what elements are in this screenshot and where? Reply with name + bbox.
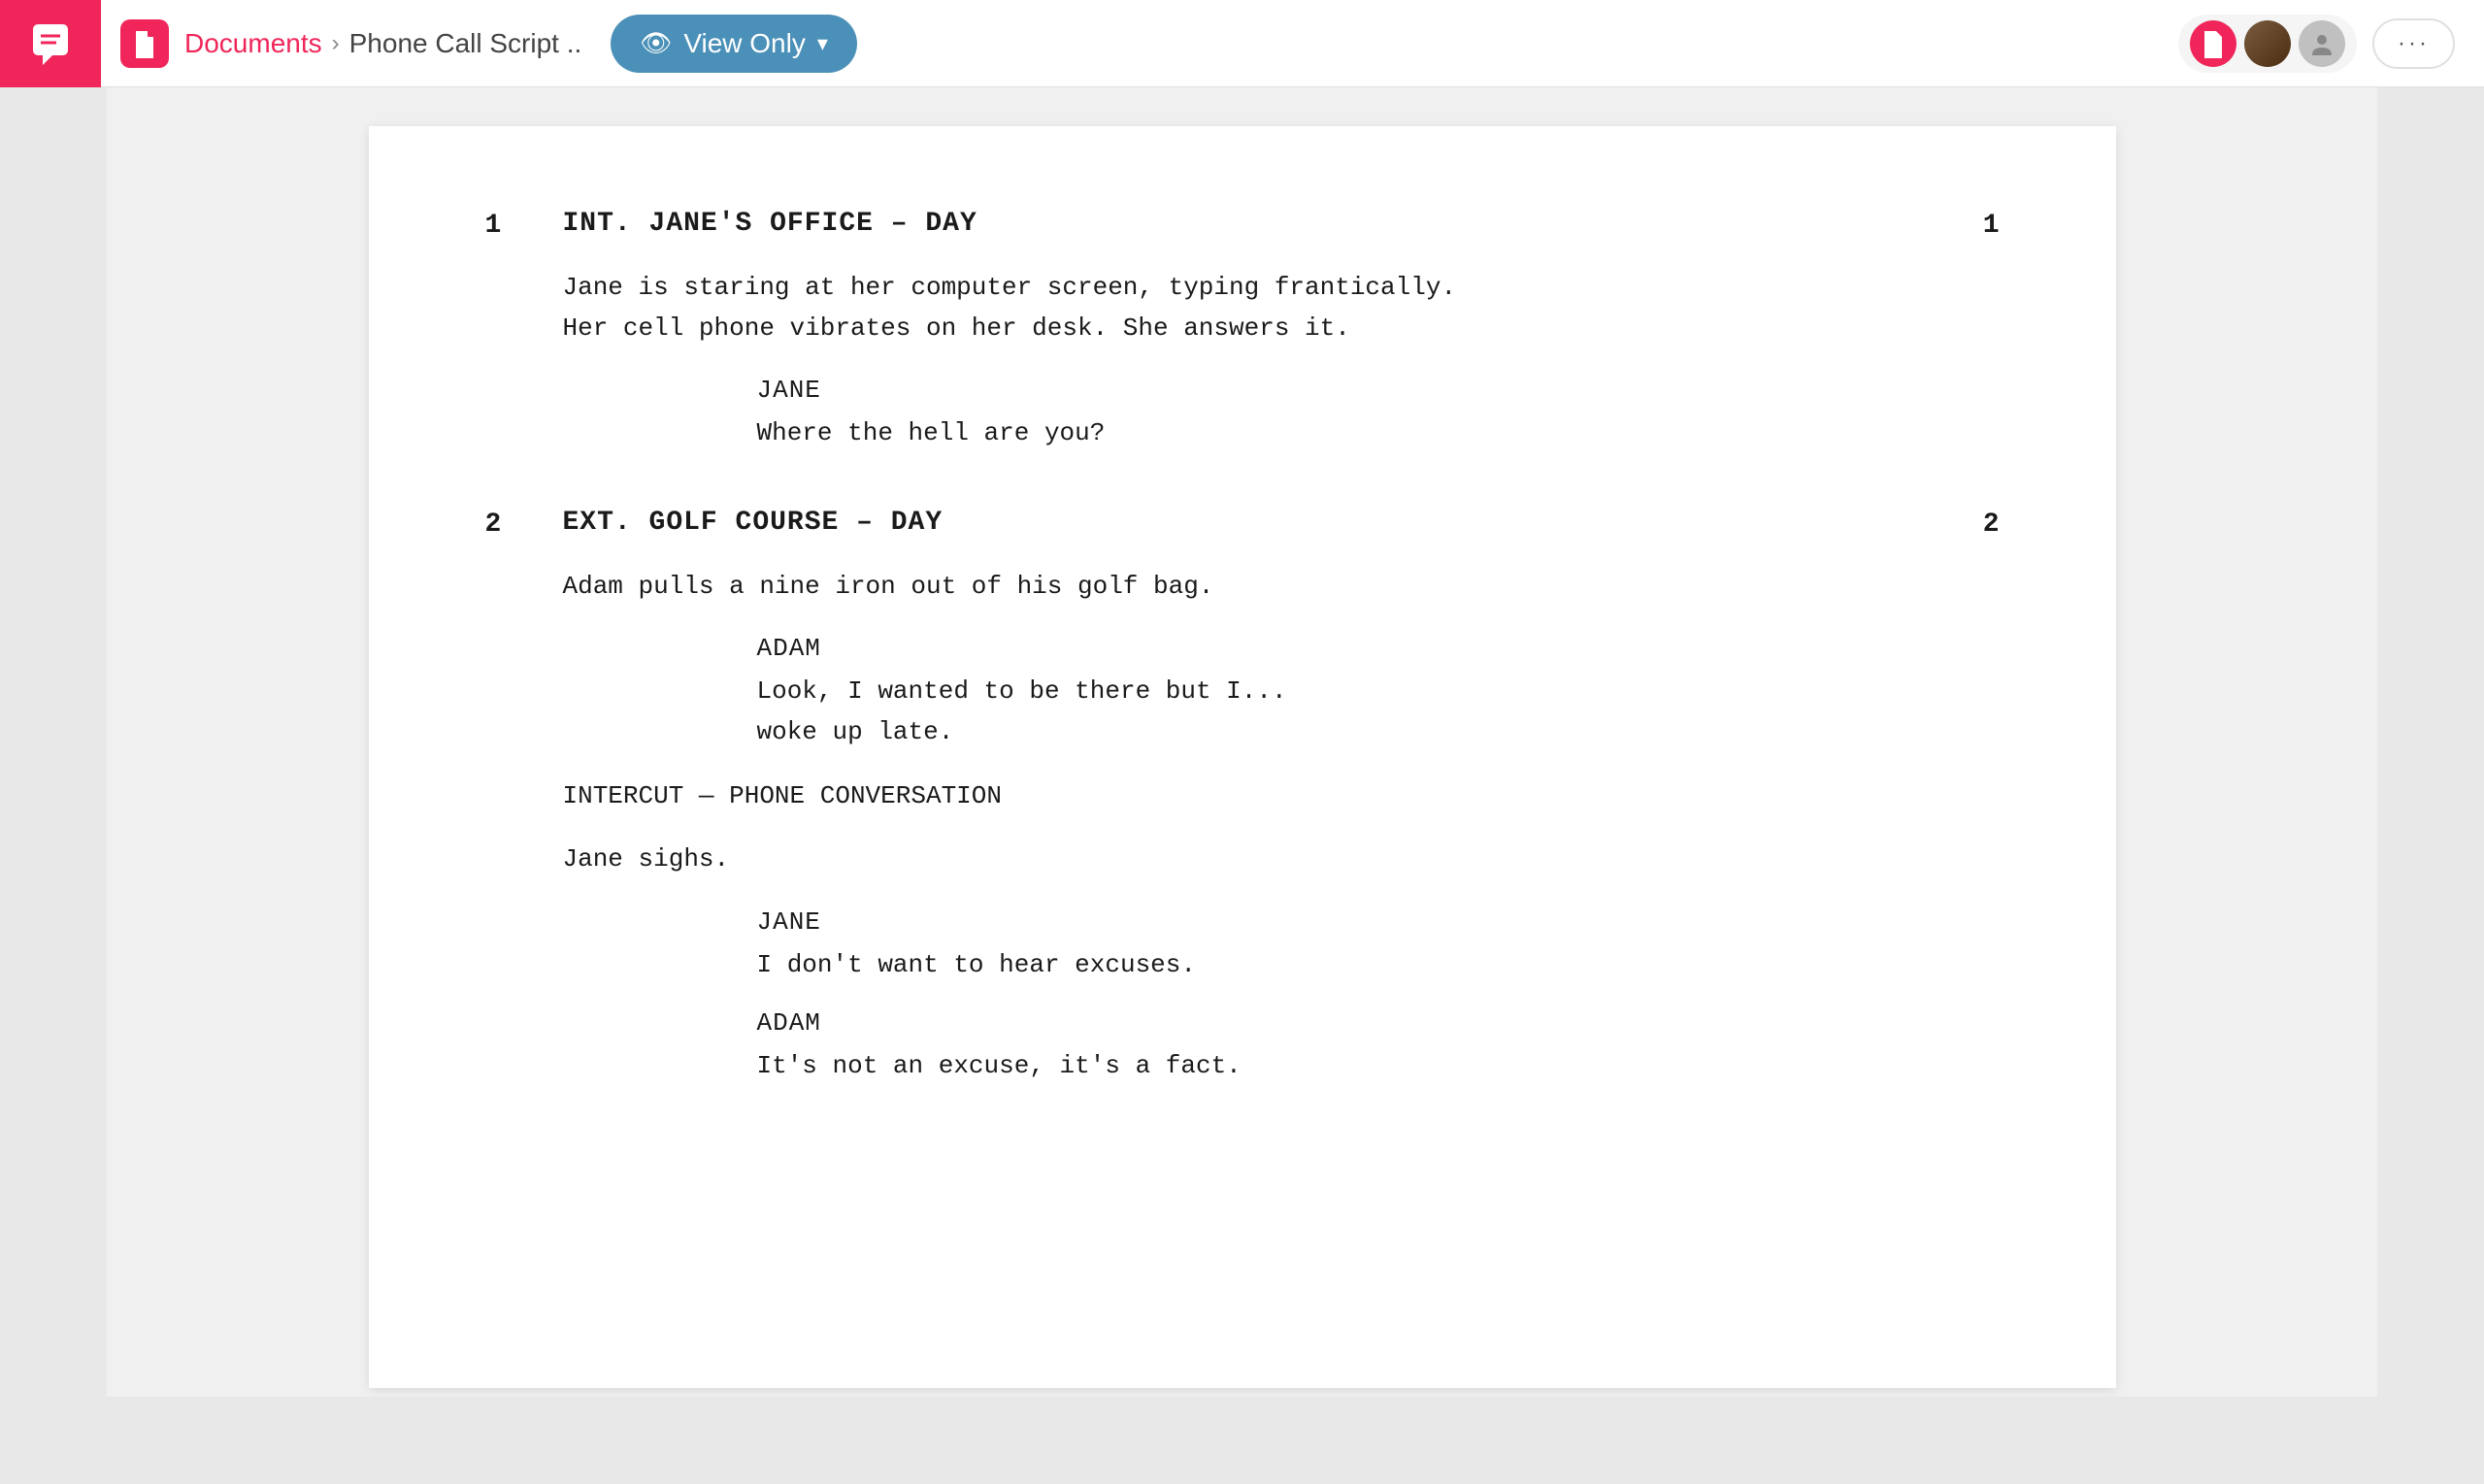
scene-1-action: Jane is staring at her computer screen, … — [563, 268, 1922, 348]
dialogue-text-adam-2: It's not an excuse, it's a fact. — [757, 1046, 1922, 1087]
avatar-user3 — [2299, 20, 2345, 67]
dialogue-text-jane-1: Where the hell are you? — [757, 413, 1922, 454]
scene-1-row: 1 INT. JANE'S OFFICE – DAY Jane is stari… — [485, 204, 2000, 474]
scene-1-number-right: 1 — [1922, 204, 2000, 247]
nav-right: ··· — [2178, 15, 2455, 73]
view-only-button[interactable]: 👁 View Only ▾ — [611, 15, 857, 73]
document-area: 1 INT. JANE'S OFFICE – DAY Jane is stari… — [107, 87, 2377, 1397]
breadcrumb-current: Phone Call Script .. — [349, 28, 582, 59]
more-button[interactable]: ··· — [2372, 18, 2455, 69]
scene-2-action1: Adam pulls a nine iron out of his golf b… — [563, 567, 1922, 608]
left-sidebar — [0, 87, 107, 1397]
main-container: 1 INT. JANE'S OFFICE – DAY Jane is stari… — [0, 87, 2484, 1397]
scene-2-dialogue-adam-2: ADAM It's not an excuse, it's a fact. — [563, 1005, 1922, 1087]
scene-1-number-left: 1 — [485, 204, 563, 247]
character-name-adam-2: ADAM — [757, 1005, 1922, 1042]
character-name-adam-1: ADAM — [757, 630, 1922, 668]
scene-2-number-left: 2 — [485, 503, 563, 545]
right-sidebar — [2377, 87, 2484, 1397]
scene-2-content: EXT. GOLF COURSE – DAY Adam pulls a nine… — [563, 503, 1922, 1106]
character-name-jane-2: JANE — [757, 904, 1922, 941]
screenplay: 1 INT. JANE'S OFFICE – DAY Jane is stari… — [485, 204, 2000, 1106]
scene-2-header: EXT. GOLF COURSE – DAY — [563, 503, 1922, 544]
dialogue-text-adam-1: Look, I wanted to be there but I... woke… — [757, 672, 1922, 752]
scene-2-dialogue-adam-1: ADAM Look, I wanted to be there but I...… — [563, 630, 1922, 752]
navbar: Documents › Phone Call Script .. 👁 View … — [0, 0, 2484, 87]
scene-2-number-right: 2 — [1922, 503, 2000, 545]
document-page: 1 INT. JANE'S OFFICE – DAY Jane is stari… — [369, 126, 2116, 1388]
view-only-label: View Only — [683, 28, 806, 59]
avatar-user1 — [2190, 20, 2236, 67]
dialogue-text-jane-2: I don't want to hear excuses. — [757, 945, 1922, 986]
scene-2-action2: Jane sighs. — [563, 840, 1922, 880]
doc-icon — [120, 19, 169, 68]
breadcrumb: Documents › Phone Call Script .. — [184, 28, 581, 59]
scene-2-row: 2 EXT. GOLF COURSE – DAY Adam pulls a ni… — [485, 503, 2000, 1106]
breadcrumb-documents[interactable]: Documents — [184, 28, 322, 59]
avatar-user2 — [2244, 20, 2291, 67]
character-name-jane-1: JANE — [757, 372, 1922, 410]
scene-2-dialogue-jane-2: JANE I don't want to hear excuses. — [563, 904, 1922, 986]
avatar-group — [2178, 15, 2357, 73]
scene-1-header: INT. JANE'S OFFICE – DAY — [563, 204, 1922, 245]
eye-icon: 👁 — [640, 28, 672, 58]
scene-2-intercut: INTERCUT — PHONE CONVERSATION — [563, 776, 1922, 817]
scene-1-content: INT. JANE'S OFFICE – DAY Jane is staring… — [563, 204, 1922, 474]
app-logo — [0, 0, 101, 87]
chevron-down-icon: ▾ — [817, 31, 828, 56]
scene-1-dialogue-jane: JANE Where the hell are you? — [563, 372, 1922, 454]
breadcrumb-arrow: › — [332, 30, 340, 57]
